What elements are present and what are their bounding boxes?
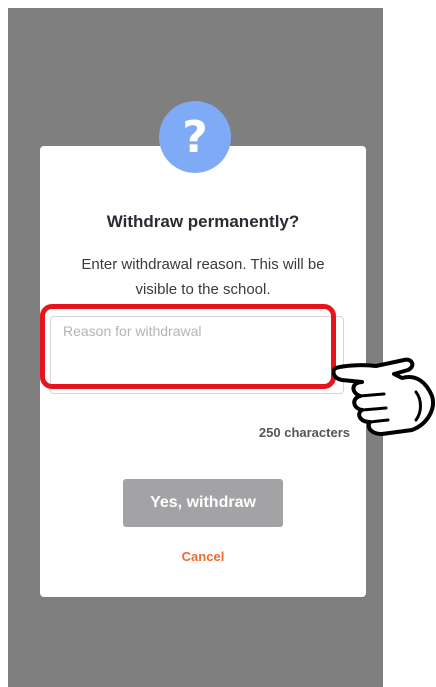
dialog-title: Withdraw permanently? [106, 212, 300, 231]
cancel-button[interactable]: Cancel [40, 549, 366, 564]
dialog-message: Enter withdrawal reason. This will be vi… [81, 256, 325, 298]
withdrawal-reason-input[interactable] [51, 317, 343, 393]
withdraw-dialog: Withdraw permanently? Enter withdrawal r… [40, 146, 366, 597]
pointing-hand-icon [332, 357, 435, 436]
reason-field[interactable] [50, 316, 344, 394]
question-mark-glyph: ? [182, 112, 208, 163]
confirm-withdraw-button[interactable]: Yes, withdraw [123, 479, 283, 527]
question-mark-icon: ? [159, 101, 231, 173]
